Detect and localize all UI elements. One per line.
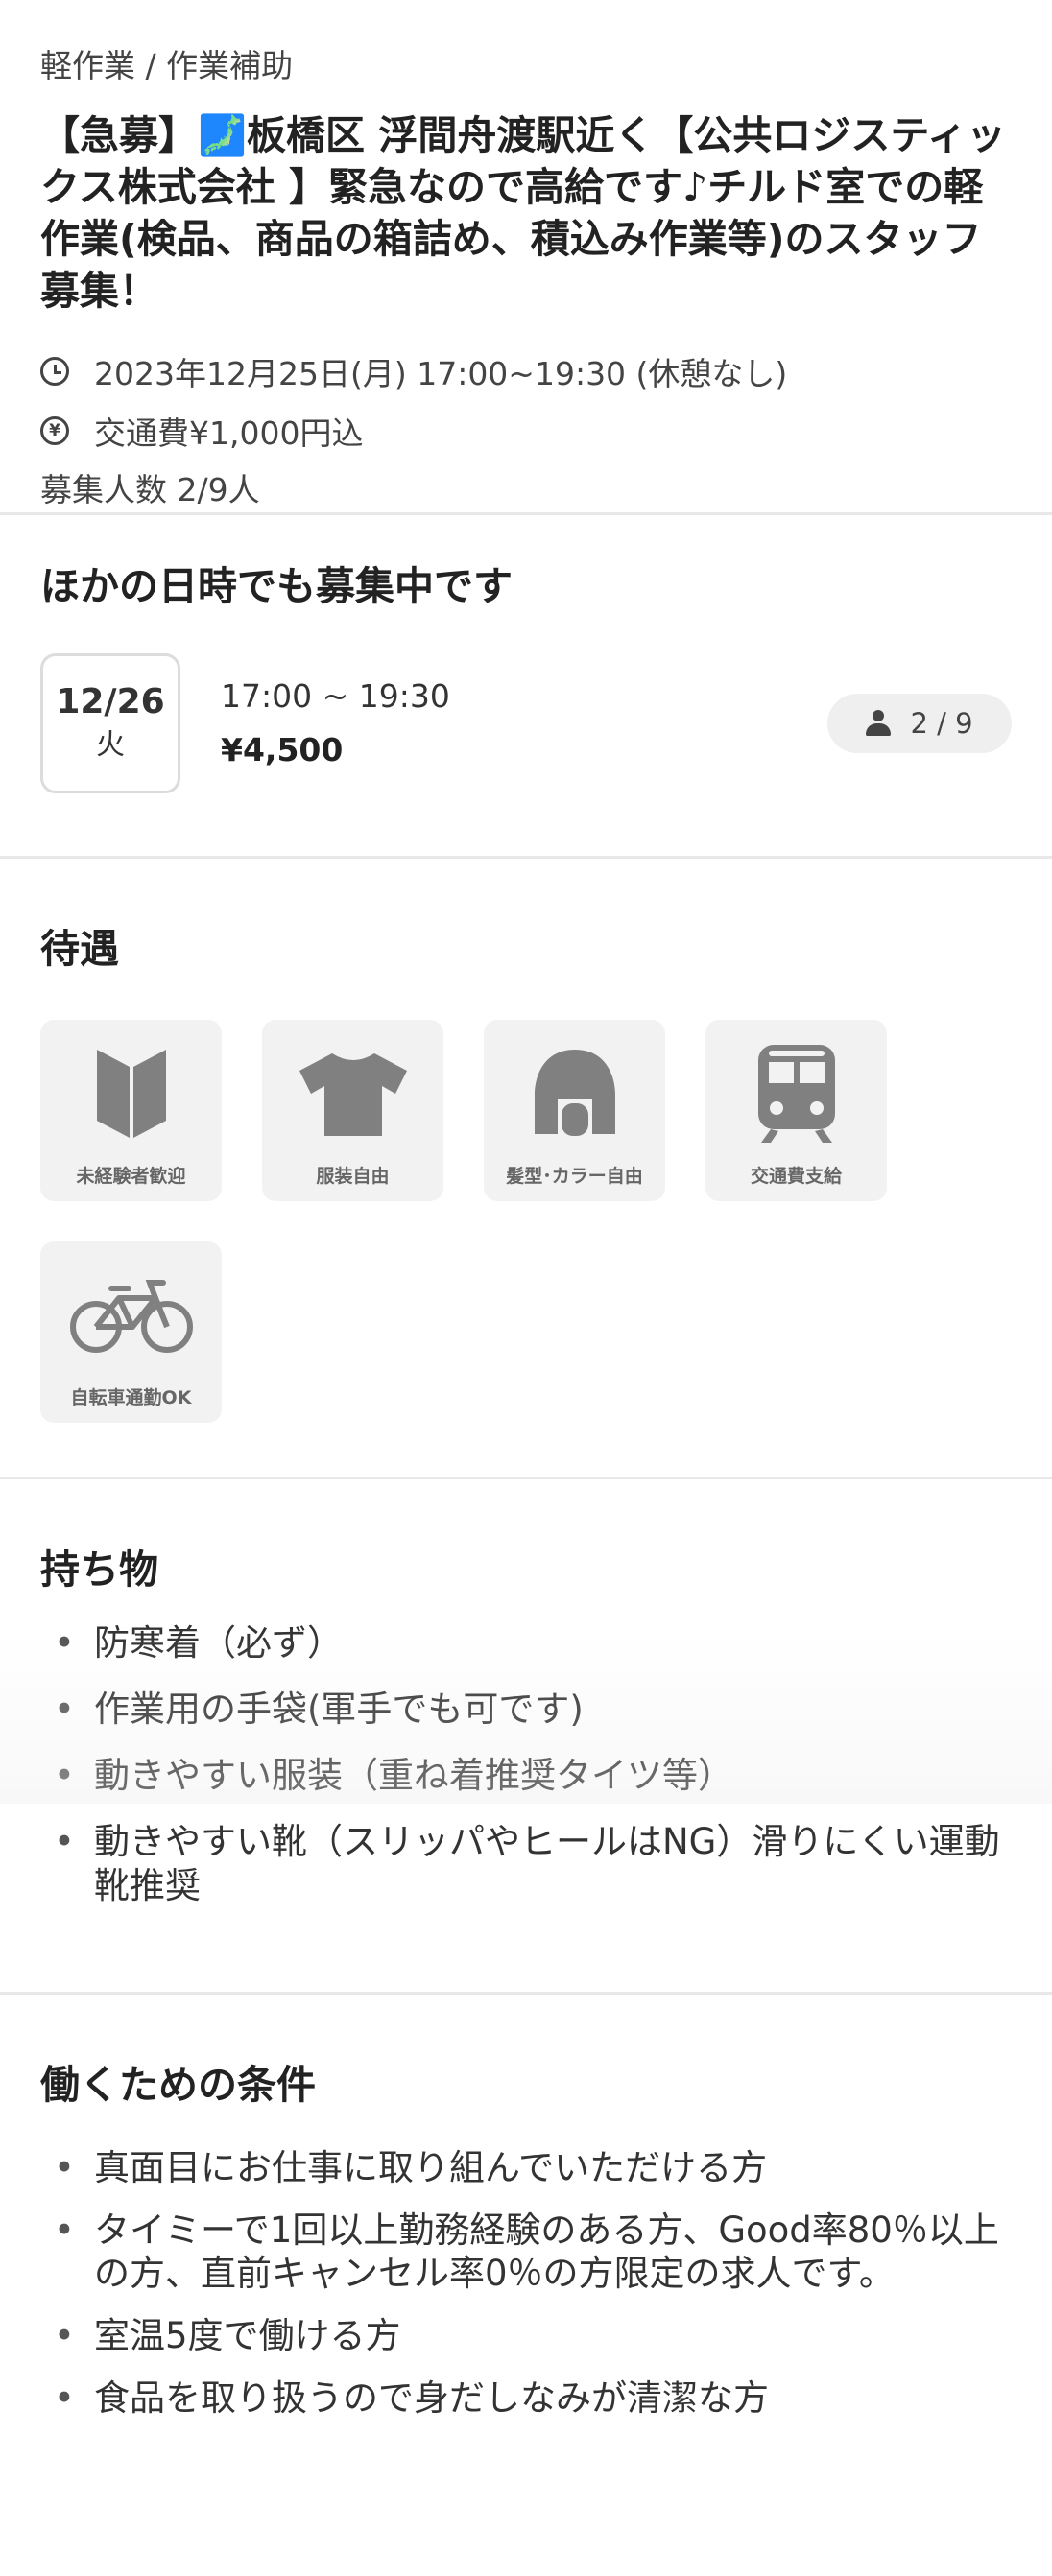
list-item: • 動きやすい靴（スリッパやヒールはNG）滑りにくい運動靴推奨: [54, 1821, 1000, 1906]
date-day: 12/26: [56, 682, 165, 721]
train-icon: [757, 1045, 835, 1143]
list-item: • 作業用の手袋(軍手でも可です): [54, 1689, 584, 1730]
list-item: • 防寒着（必ず）: [54, 1622, 343, 1664]
date-info: 17:00 ~ 19:30 ¥4,500: [221, 670, 827, 777]
conditions-list: • 真面目にお仕事に取り組んでいただける方 • タイミーで1回以上勤務経験のある方、…: [40, 2146, 1012, 2420]
benefit-tile: 交通費支給: [705, 1020, 887, 1201]
benefit-tile: 未経験者歓迎: [40, 1020, 222, 1201]
list-item: • 室温5度で働ける方: [54, 2315, 401, 2356]
person-icon: [866, 710, 892, 737]
date-weekday: 火: [96, 728, 125, 762]
benefit-tile: 自転車通勤OK: [40, 1241, 222, 1423]
benefit-grid: 未経験者歓迎 服装自由 髪型･カラー自由 交通費支給 自転車通勤OK: [40, 1020, 962, 1463]
bicycle-icon: [69, 1280, 193, 1353]
conditions-section: 働くための条件 • 真面目にお仕事に取り組んでいただける方 • タイミーで1回以上勤…: [0, 1995, 1052, 2436]
job-category: 軽作業 / 作業補助: [40, 47, 294, 84]
job-transport: 交通費¥1,000円込: [94, 414, 364, 452]
list-item: • 食品を取り扱うので身だしなみが清潔な方: [54, 2377, 769, 2419]
conditions-heading: 働くための条件: [40, 2062, 316, 2108]
benefit-tile: 髪型･カラー自由: [484, 1020, 665, 1201]
clock-icon: [40, 357, 69, 386]
benefits-section: 待遇 未経験者歓迎 服装自由 髪型･カラー自由 交通費支給 自転車通勤OK: [0, 859, 1052, 1477]
benefit-label: 交通費支給: [750, 1166, 842, 1187]
date-time: 17:00 ~ 19:30: [221, 677, 450, 715]
benefit-tile: 服装自由: [262, 1020, 443, 1201]
benefits-heading: 待遇: [40, 926, 119, 972]
belongings-section: 持ち物 • 防寒着（必ず） • 作業用の手袋(軍手でも可です) • 動きやすい服装（重…: [0, 1479, 1052, 1992]
hair-icon: [534, 1050, 615, 1136]
list-item: • 真面目にお仕事に取り組んでいただける方: [54, 2147, 768, 2188]
benefit-label: 服装自由: [316, 1166, 390, 1187]
other-dates-heading: ほかの日時でも募集中です: [40, 563, 513, 609]
job-datetime: 2023年12月25日(月) 17:00~19:30 (休憩なし): [94, 355, 788, 392]
beginner-mark-icon: [96, 1050, 166, 1138]
headcount-badge-text: 2 / 9: [910, 707, 973, 740]
job-headcount: 募集人数 2/9人: [40, 471, 260, 508]
job-header: 軽作業 / 作業補助 【急募】🗾板橋区 浮間舟渡駅近く【公共ロジスティックス株式…: [0, 0, 1052, 512]
job-datetime-row: 2023年12月25日(月) 17:00~19:30 (休憩なし): [40, 342, 1012, 401]
benefit-label: 自転車通勤OK: [70, 1387, 192, 1408]
job-transport-row: ¥ 交通費¥1,000円込: [40, 401, 1012, 461]
list-item: • 動きやすい服装（重ね着推奨タイツ等）: [54, 1755, 733, 1796]
benefit-label: 髪型･カラー自由: [506, 1166, 643, 1187]
date-pay: ¥4,500: [221, 731, 344, 768]
tshirt-icon: [299, 1053, 407, 1136]
belongings-list: • 防寒着（必ず） • 作業用の手袋(軍手でも可です) • 動きやすい服装（重ね着推奨…: [40, 1621, 1012, 1908]
other-dates-section: ほかの日時でも募集中です 12/26 火 17:00 ~ 19:30 ¥4,50…: [0, 515, 1052, 856]
yen-icon: ¥: [40, 416, 69, 445]
other-date-item[interactable]: 12/26 火 17:00 ~ 19:30 ¥4,500 2 / 9: [40, 653, 1012, 793]
belongings-heading: 持ち物: [40, 1547, 158, 1593]
headcount-badge: 2 / 9: [827, 694, 1012, 753]
benefit-label: 未経験者歓迎: [76, 1166, 186, 1187]
date-box: 12/26 火: [40, 653, 180, 793]
list-item: • タイミーで1回以上勤務経験のある方、Good率80％以上の方、直前キャンセル率…: [54, 2210, 999, 2294]
job-title: 【急募】🗾板橋区 浮間舟渡駅近く【公共ロジスティックス株式会社 】緊急なので高給…: [40, 112, 1006, 314]
